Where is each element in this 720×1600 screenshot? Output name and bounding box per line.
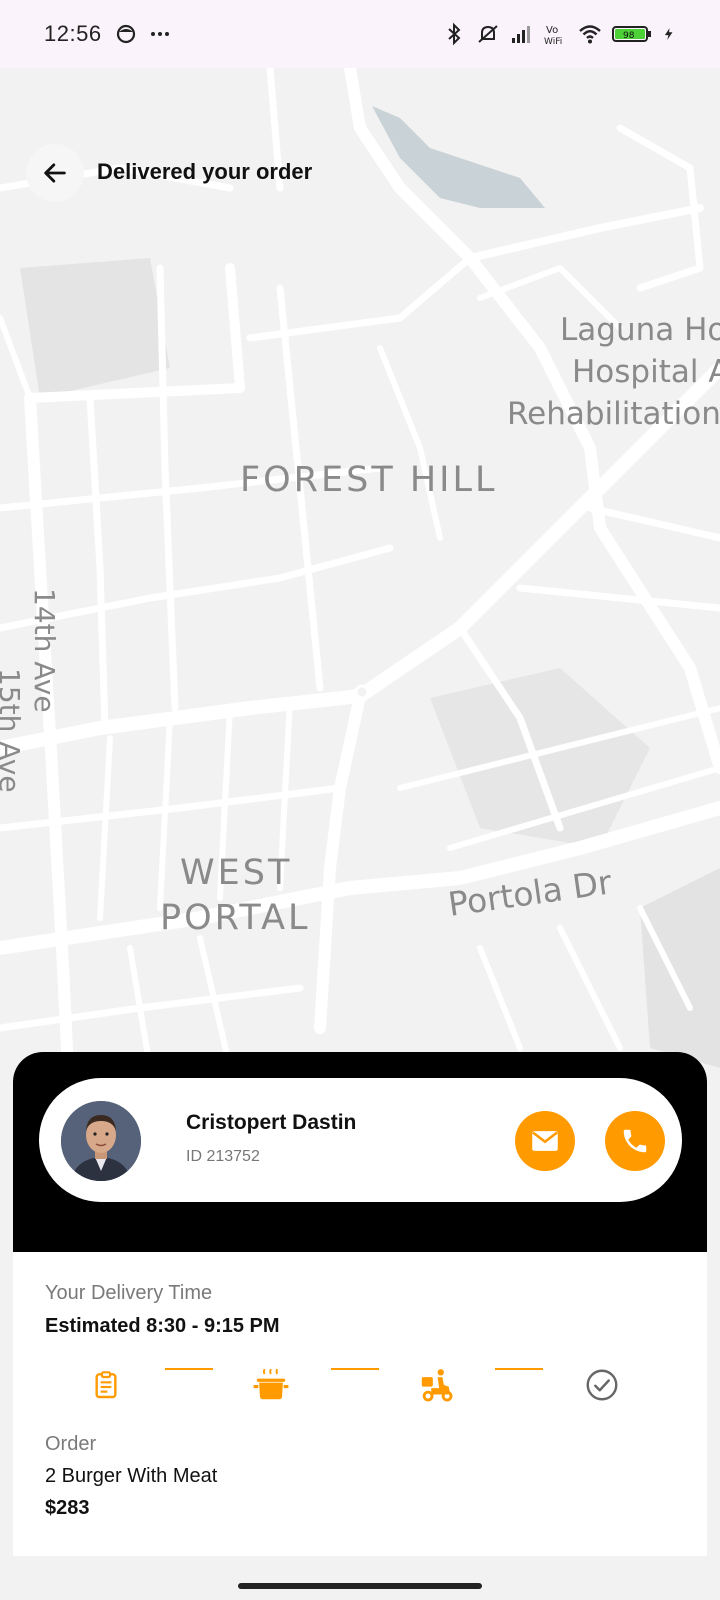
order-label: Order [45, 1433, 97, 1455]
delivery-scooter-icon [421, 1369, 453, 1402]
delivery-estimate: Estimated 8:30 - 9:15 PM [45, 1315, 280, 1337]
home-indicator[interactable] [238, 1583, 482, 1589]
driver-pill: Cristopert Dastin ID 213752 [39, 1078, 682, 1202]
vowifi-icon: VoWiFi [544, 25, 562, 46]
step-connector [495, 1368, 543, 1370]
back-button[interactable] [26, 144, 84, 202]
bluetooth-icon [448, 22, 461, 46]
step-cooking [251, 1365, 291, 1405]
order-price: $283 [45, 1497, 90, 1519]
battery-icon: 98 [612, 26, 651, 42]
call-button[interactable] [605, 1111, 665, 1171]
message-button[interactable] [515, 1111, 575, 1171]
arrow-left-icon [44, 163, 66, 183]
status-time: 12:56 [44, 21, 102, 46]
delivery-details: Your Delivery Time Estimated 8:30 - 9:15… [13, 1252, 707, 1556]
step-connector [331, 1368, 379, 1370]
mute-icon [478, 25, 498, 43]
driver-id: ID 213752 [186, 1148, 260, 1165]
svg-text:98: 98 [623, 31, 635, 41]
cooking-pot-icon [253, 1368, 289, 1400]
map-label-laguna-1: Laguna Ho [560, 312, 720, 348]
driver-section: Cristopert Dastin ID 213752 [13, 1052, 707, 1252]
page-title: Delivered your order [97, 159, 313, 184]
charging-icon [664, 28, 673, 40]
wifi-icon [579, 25, 601, 44]
delivery-time-label: Your Delivery Time [45, 1282, 213, 1304]
svg-text:WiFi: WiFi [544, 37, 562, 46]
avatar [61, 1101, 141, 1181]
mail-icon [532, 1131, 558, 1151]
map-label-west: WEST [180, 853, 292, 893]
step-on-the-way [416, 1365, 456, 1405]
map-label-14th-ave: 14th Ave [28, 588, 61, 713]
map-label-laguna-3: Rehabilitation [507, 396, 720, 432]
map-label-15th-ave: 15th Ave [0, 668, 26, 793]
map-label-laguna-2: Hospital A [572, 354, 720, 390]
svg-text:Vo: Vo [546, 25, 558, 36]
clipboard-icon [95, 1371, 117, 1399]
order-items: 2 Burger With Meat [45, 1465, 218, 1487]
status-bar: 12:56 Vo WiFi 98 [0, 0, 720, 68]
map-label-forest-hill: FOREST HILL [240, 460, 497, 500]
face-icon [116, 24, 135, 44]
check-circle-icon [586, 1369, 618, 1401]
step-order-placed [86, 1365, 126, 1405]
signal-icon [512, 26, 530, 43]
delivery-card: Cristopert Dastin ID 213752 Your Deliver… [13, 1052, 707, 1560]
phone-icon [623, 1129, 647, 1153]
step-connector [165, 1368, 213, 1370]
driver-name: Cristopert Dastin [186, 1111, 357, 1134]
more-dots-icon [150, 32, 169, 36]
map-label-portal: PORTAL [160, 898, 311, 938]
step-delivered [582, 1365, 622, 1405]
